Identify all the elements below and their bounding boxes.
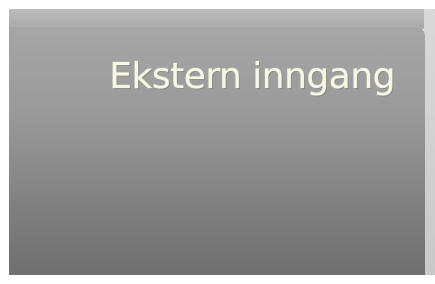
app-window: Ekstern inngang bbox=[0, 0, 435, 284]
content-panel: Ekstern inngang bbox=[9, 26, 425, 275]
bottom-margin bbox=[9, 275, 435, 284]
panel-title: Ekstern inngang bbox=[109, 56, 395, 97]
right-edge bbox=[424, 9, 435, 275]
